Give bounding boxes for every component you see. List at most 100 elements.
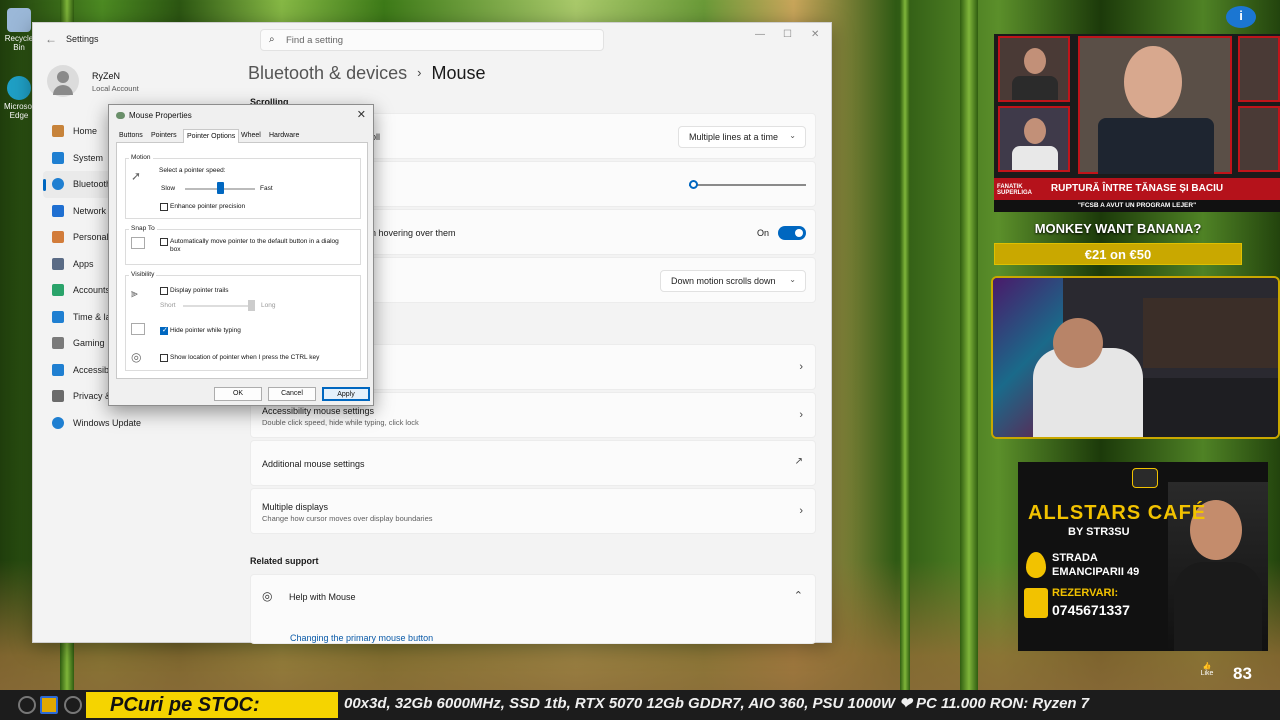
pointer-trails-checkbox[interactable] (160, 287, 168, 295)
apply-button[interactable]: Apply (322, 387, 370, 401)
fast-label: Fast (260, 185, 273, 192)
ok-button[interactable]: OK (214, 387, 262, 401)
close-icon[interactable]: ✕ (357, 108, 366, 121)
pointer-trails-label: Display pointer trails (170, 287, 229, 294)
desktop-icon-edge[interactable]: Microsoft Edge (4, 76, 36, 120)
sidebar-item-label: System (73, 152, 104, 163)
chevron-up-icon[interactable]: ⌃ (794, 589, 803, 602)
edge-icon (7, 76, 31, 100)
breadcrumb-current: Mouse (431, 63, 486, 83)
sidebar-item-windows-update[interactable]: Windows Update (43, 410, 243, 437)
scroll-direction-dropdown[interactable]: Down motion scrolls down ⌄ (660, 270, 806, 292)
inactive-scroll-toggle[interactable] (778, 226, 806, 240)
app-title: Settings (66, 34, 99, 44)
additional-mouse-card[interactable]: Additional mouse settings ↗ (250, 440, 816, 486)
search-placeholder: Find a setting (286, 35, 344, 46)
ad-subtitle: BY STR3SU (1068, 526, 1130, 538)
card-title: Additional mouse settings (262, 459, 365, 469)
mouse-properties-dialog: Mouse Properties ✕ Buttons Pointers Poin… (108, 104, 374, 406)
ticker-label: PCuri pe STOC: (86, 692, 338, 718)
clock-icon (52, 310, 64, 323)
camera-tile (1238, 36, 1280, 102)
snap-group-label: Snap To (129, 225, 157, 232)
show-location-icon: ◎ (131, 350, 142, 364)
maximize-icon[interactable]: ☐ (783, 29, 792, 40)
dialog-title: Mouse Properties (129, 111, 192, 120)
scroll-lines-knob[interactable] (689, 180, 698, 189)
back-arrow-icon[interactable]: ← (45, 32, 57, 46)
ad-title: ALLSTARS CAFÉ (1028, 502, 1207, 524)
news-subheadline: "FCSB A AVUT UN PROGRAM LEJER" (994, 200, 1280, 212)
tab-wheel[interactable]: Wheel (241, 132, 261, 139)
tab-pointer-options[interactable]: Pointer Options (183, 129, 240, 144)
pointer-trails-icon: ⫸ (131, 286, 138, 300)
snap-to-label: Automatically move pointer to the defaul… (170, 238, 339, 253)
scroll-lines-slider[interactable] (692, 184, 806, 186)
tab-buttons[interactable]: Buttons (119, 132, 143, 139)
show-location-label: Show location of pointer when I press th… (170, 354, 320, 361)
page-title: Bluetooth & devices › Mouse (248, 63, 485, 84)
long-label: Long (261, 302, 276, 309)
avatar (47, 65, 79, 97)
person-face (1024, 48, 1046, 74)
info-icon: i (1226, 6, 1256, 28)
breadcrumb-parent[interactable]: Bluetooth & devices (248, 63, 407, 83)
camera-tile (998, 36, 1070, 102)
streamer-webcam (991, 276, 1280, 439)
toggle-state-label: On (757, 228, 770, 238)
sofa (1143, 378, 1278, 437)
enhance-precision-label: Enhance pointer precision (170, 203, 246, 210)
minimize-icon[interactable]: — (755, 29, 765, 40)
gear-icon[interactable] (64, 696, 82, 714)
card-title: Multiple displays (262, 502, 329, 512)
hide-pointer-label: Hide pointer while typing (170, 327, 241, 334)
like-label: Like (1200, 670, 1214, 677)
snap-to-checkbox[interactable] (160, 238, 168, 246)
search-input[interactable]: ⌕ Find a setting (260, 29, 604, 51)
help-title[interactable]: Help with Mouse (289, 592, 356, 602)
chevron-right-icon: › (799, 505, 803, 517)
snap-to-icon (131, 237, 145, 249)
gaming-icon (52, 337, 64, 349)
chevron-right-icon: › (799, 409, 803, 421)
chevron-down-icon: ⌄ (789, 131, 796, 140)
home-icon (52, 125, 64, 137)
user-profile[interactable]: RyZeN Local Account (47, 65, 227, 101)
close-icon[interactable]: ✕ (811, 29, 819, 40)
ad-person-body (1174, 562, 1262, 651)
location-pin-icon (1026, 552, 1046, 578)
help-link[interactable]: Changing the primary mouse button (290, 633, 433, 643)
dialog-tabs: Buttons Pointers Pointer Options Wheel H… (116, 129, 368, 144)
tab-hardware[interactable]: Hardware (269, 132, 299, 139)
scroll-direction-value: Down motion scrolls down (671, 276, 776, 286)
trails-length-slider (183, 305, 255, 307)
search-icon: ⌕ (269, 34, 275, 45)
taskbar-app-icon[interactable] (40, 696, 58, 714)
show-location-checkbox[interactable] (160, 354, 168, 362)
breadcrumb-chevron-icon: › (417, 65, 422, 80)
enhance-precision-checkbox[interactable] (160, 203, 168, 211)
taskbar-app-icon[interactable] (18, 696, 36, 714)
trails-length-thumb (248, 300, 255, 311)
hide-pointer-icon (131, 323, 145, 335)
slow-label: Slow (161, 185, 176, 192)
inactive-scroll-label: n hovering over them (371, 228, 456, 238)
accounts-icon (52, 284, 64, 296)
cancel-button[interactable]: Cancel (268, 387, 316, 401)
pointer-speed-thumb[interactable] (216, 182, 224, 194)
account-type: Local Account (92, 84, 139, 93)
desktop-icon-recycle-bin[interactable]: Recycle Bin (4, 8, 34, 52)
recycle-bin-icon (7, 8, 31, 32)
ad-address: EMANCIPARII 49 (1052, 566, 1140, 578)
user-name: RyZeN (92, 71, 121, 81)
sidebar-item-label: Windows Update (73, 417, 142, 428)
hide-pointer-checkbox[interactable] (160, 326, 168, 335)
multiple-displays-card[interactable]: Multiple displays Change how cursor move… (250, 488, 816, 534)
sidebar-item-label: Gaming (73, 338, 105, 348)
tab-pointers[interactable]: Pointers (151, 132, 177, 139)
update-icon (52, 416, 64, 429)
scroll-mode-dropdown[interactable]: Multiple lines at a time ⌄ (678, 126, 806, 148)
network-icon (52, 204, 64, 217)
external-link-icon: ↗ (794, 456, 803, 467)
camera-tile (998, 106, 1070, 172)
